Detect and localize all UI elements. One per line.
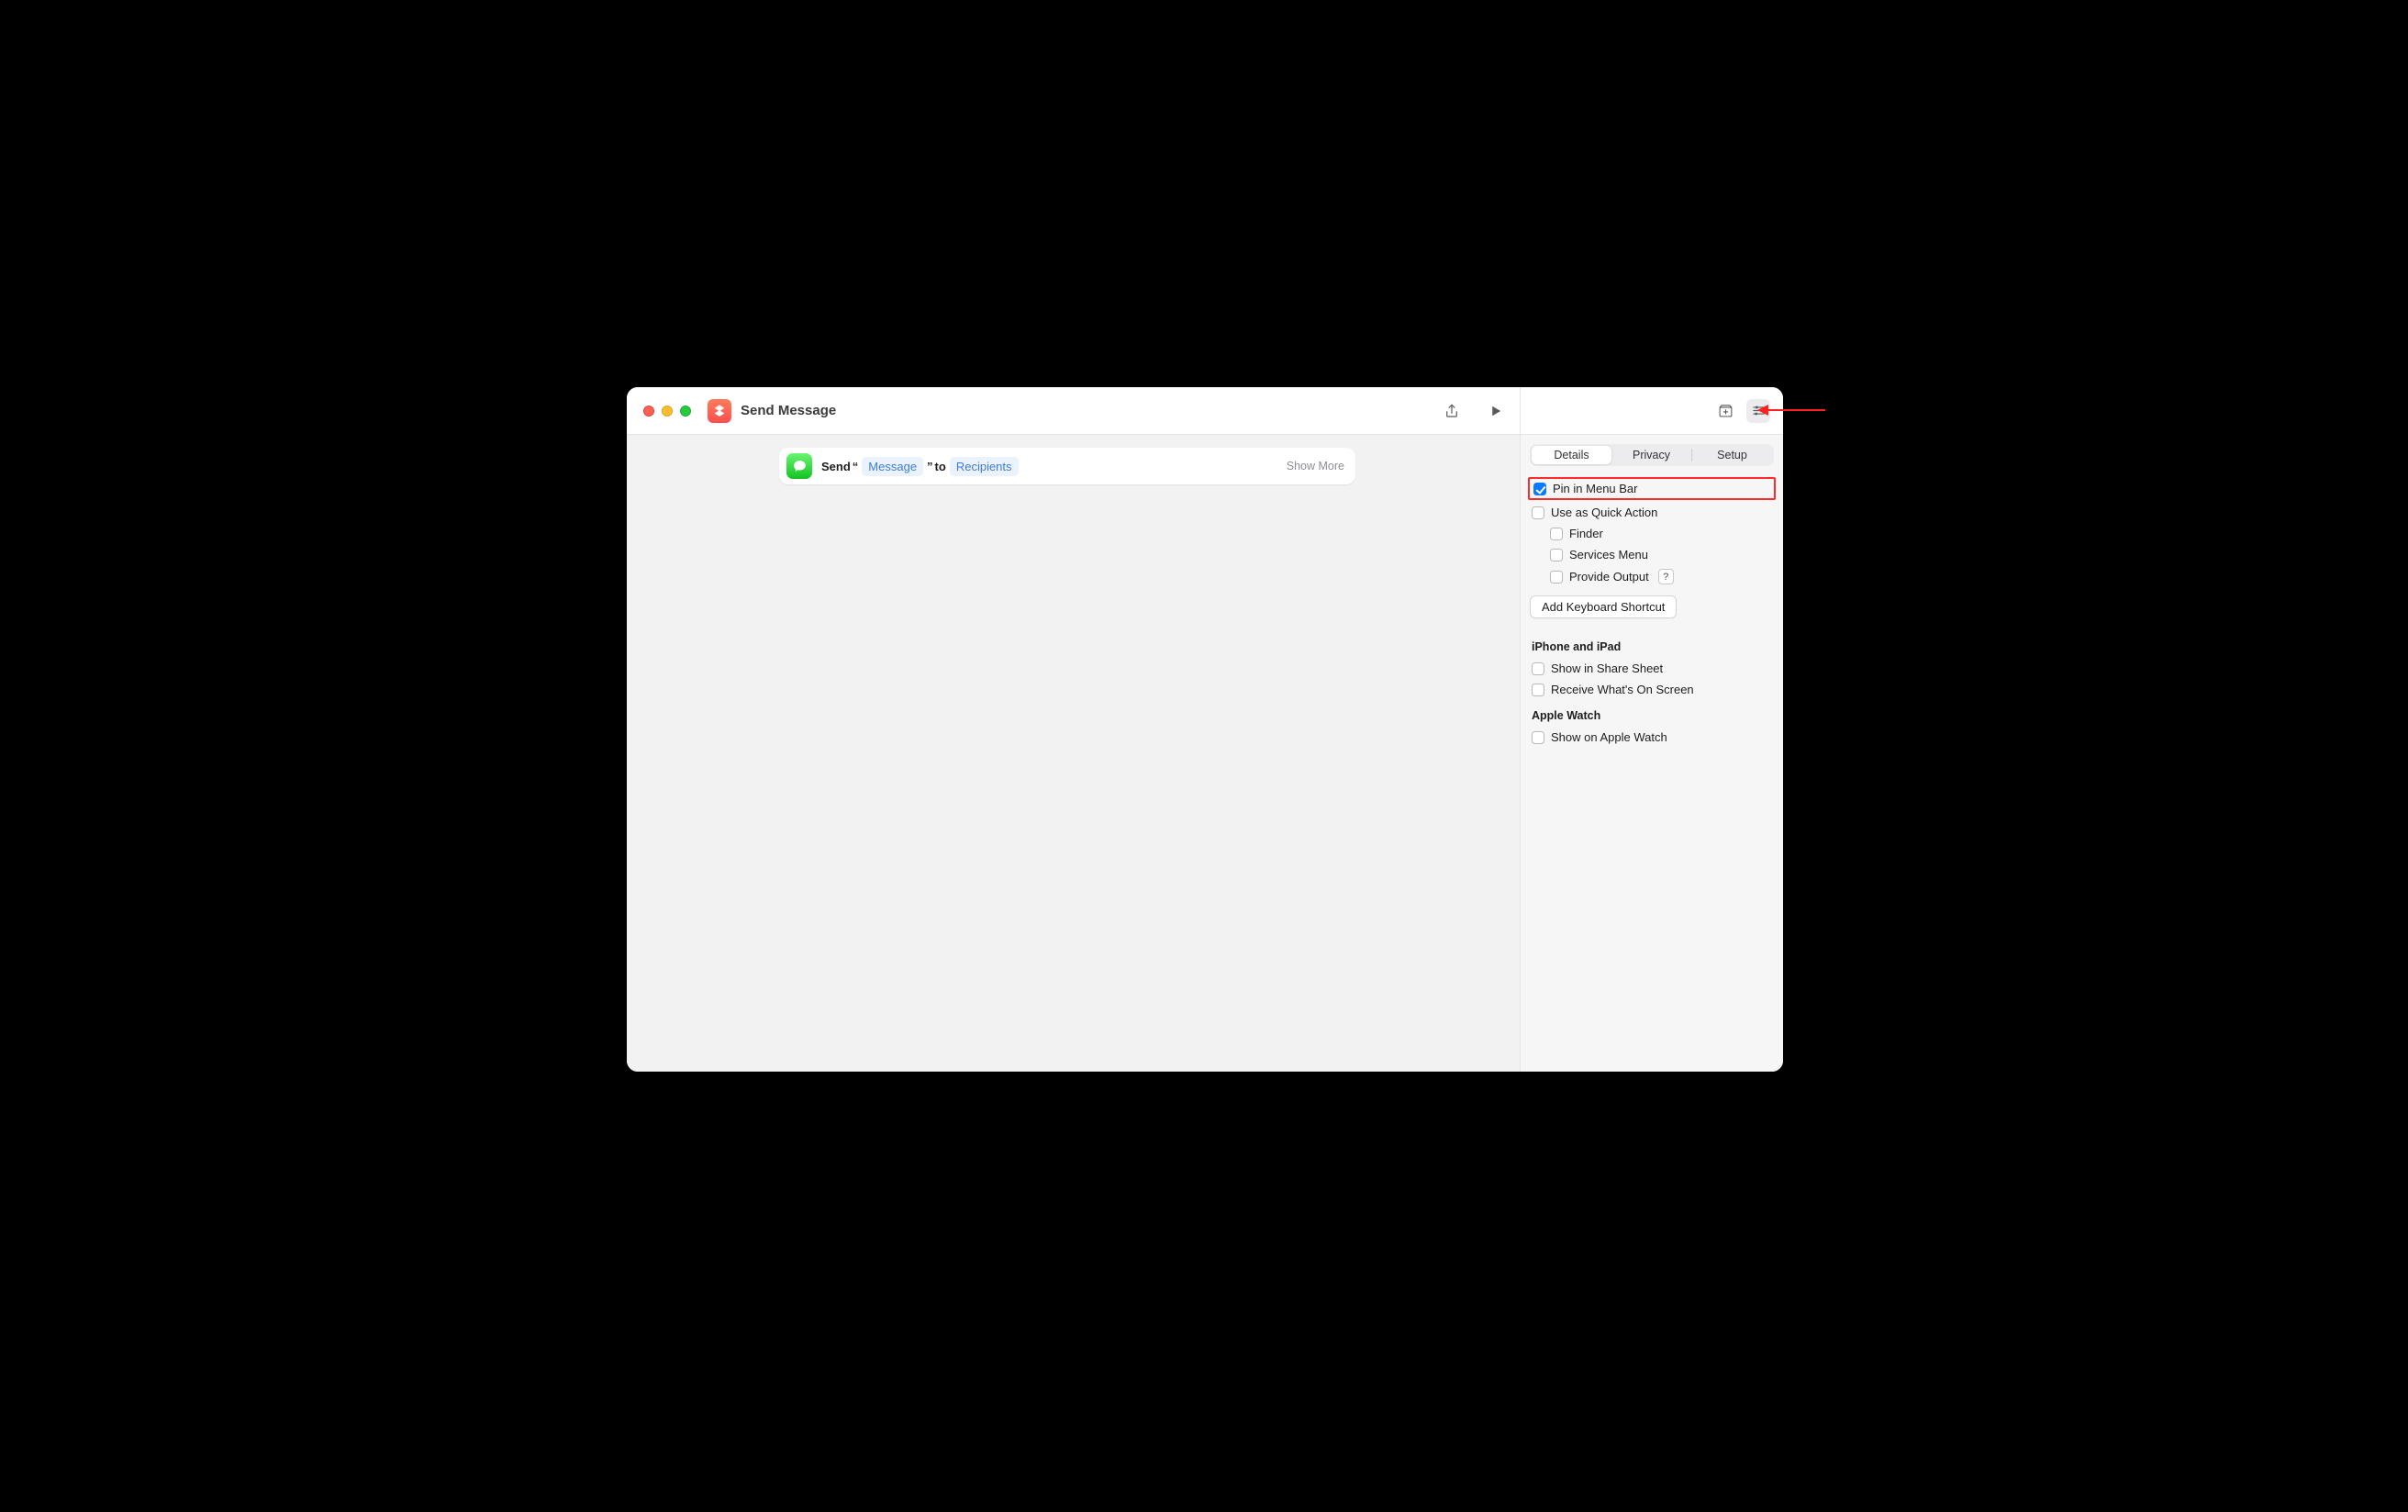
finder-label: Finder xyxy=(1569,527,1603,540)
tab-privacy[interactable]: Privacy xyxy=(1611,446,1691,464)
show-on-apple-watch-label: Show on Apple Watch xyxy=(1551,730,1667,744)
section-apple-watch: Apple Watch xyxy=(1532,709,1772,722)
pin-in-menu-bar-checkbox[interactable] xyxy=(1533,483,1546,495)
provide-output-help-icon[interactable]: ? xyxy=(1658,569,1674,584)
minimize-window-button[interactable] xyxy=(662,406,673,417)
pin-in-menu-bar-row: Pin in Menu Bar xyxy=(1528,477,1776,500)
annotation-arrow xyxy=(1757,405,1825,416)
pin-in-menu-bar-label: Pin in Menu Bar xyxy=(1553,482,1638,495)
provide-output-row: Provide Output ? xyxy=(1528,565,1776,588)
toolbar-center-group xyxy=(1440,387,1508,434)
window-controls xyxy=(643,406,691,417)
window-title: Send Message xyxy=(741,403,836,418)
services-menu-row: Services Menu xyxy=(1528,544,1776,565)
app-window: Send Message xyxy=(627,387,1783,1072)
use-as-quick-action-checkbox[interactable] xyxy=(1532,506,1544,519)
arrow-head-icon xyxy=(1757,405,1768,416)
inspector-tabs: Details Privacy Setup xyxy=(1530,444,1774,466)
show-in-share-sheet-row: Show in Share Sheet xyxy=(1528,658,1776,679)
tab-setup[interactable]: Setup xyxy=(1692,446,1772,464)
show-in-share-sheet-label: Show in Share Sheet xyxy=(1551,662,1663,675)
to-word: to xyxy=(935,460,946,473)
titlebar: Send Message xyxy=(627,387,1783,435)
use-as-quick-action-row: Use as Quick Action xyxy=(1528,502,1776,523)
tab-details[interactable]: Details xyxy=(1532,446,1611,464)
finder-checkbox[interactable] xyxy=(1550,528,1563,540)
finder-row: Finder xyxy=(1528,523,1776,544)
zoom-window-button[interactable] xyxy=(680,406,691,417)
shortcuts-app-icon xyxy=(708,399,731,423)
provide-output-checkbox[interactable] xyxy=(1550,571,1563,584)
receive-whats-on-screen-label: Receive What's On Screen xyxy=(1551,683,1694,696)
show-on-apple-watch-checkbox[interactable] xyxy=(1532,731,1544,744)
send-message-action[interactable]: Send “ Message ” to Recipients Show More xyxy=(779,448,1355,484)
receive-whats-on-screen-row: Receive What's On Screen xyxy=(1528,679,1776,700)
services-menu-label: Services Menu xyxy=(1569,548,1648,561)
use-as-quick-action-label: Use as Quick Action xyxy=(1551,506,1657,519)
provide-output-label: Provide Output xyxy=(1569,570,1649,584)
action-verb: Send xyxy=(821,460,851,473)
close-window-button[interactable] xyxy=(643,406,654,417)
messages-app-icon xyxy=(786,453,812,479)
section-iphone-ipad: iPhone and iPad xyxy=(1532,640,1772,653)
show-on-apple-watch-row: Show on Apple Watch xyxy=(1528,727,1776,748)
action-sentence: Send “ Message ” to Recipients xyxy=(821,457,1020,476)
quote-close: ” xyxy=(927,460,933,473)
run-button[interactable] xyxy=(1484,399,1508,423)
add-keyboard-shortcut-button[interactable]: Add Keyboard Shortcut xyxy=(1530,595,1677,618)
show-in-share-sheet-checkbox[interactable] xyxy=(1532,662,1544,675)
window-body: Send “ Message ” to Recipients Show More… xyxy=(627,435,1783,1072)
library-button[interactable] xyxy=(1713,399,1737,423)
toolbar-divider xyxy=(1520,387,1521,434)
editor-canvas[interactable]: Send “ Message ” to Recipients Show More xyxy=(627,435,1521,1072)
inspector-sidebar: Details Privacy Setup Pin in Menu Bar Us… xyxy=(1521,435,1783,1072)
receive-whats-on-screen-checkbox[interactable] xyxy=(1532,684,1544,696)
recipients-token[interactable]: Recipients xyxy=(950,457,1019,476)
arrow-line xyxy=(1768,409,1825,411)
show-more-button[interactable]: Show More xyxy=(1287,460,1344,472)
quote-open: “ xyxy=(853,460,859,473)
services-menu-checkbox[interactable] xyxy=(1550,549,1563,561)
share-button[interactable] xyxy=(1440,399,1464,423)
message-token[interactable]: Message xyxy=(862,457,923,476)
